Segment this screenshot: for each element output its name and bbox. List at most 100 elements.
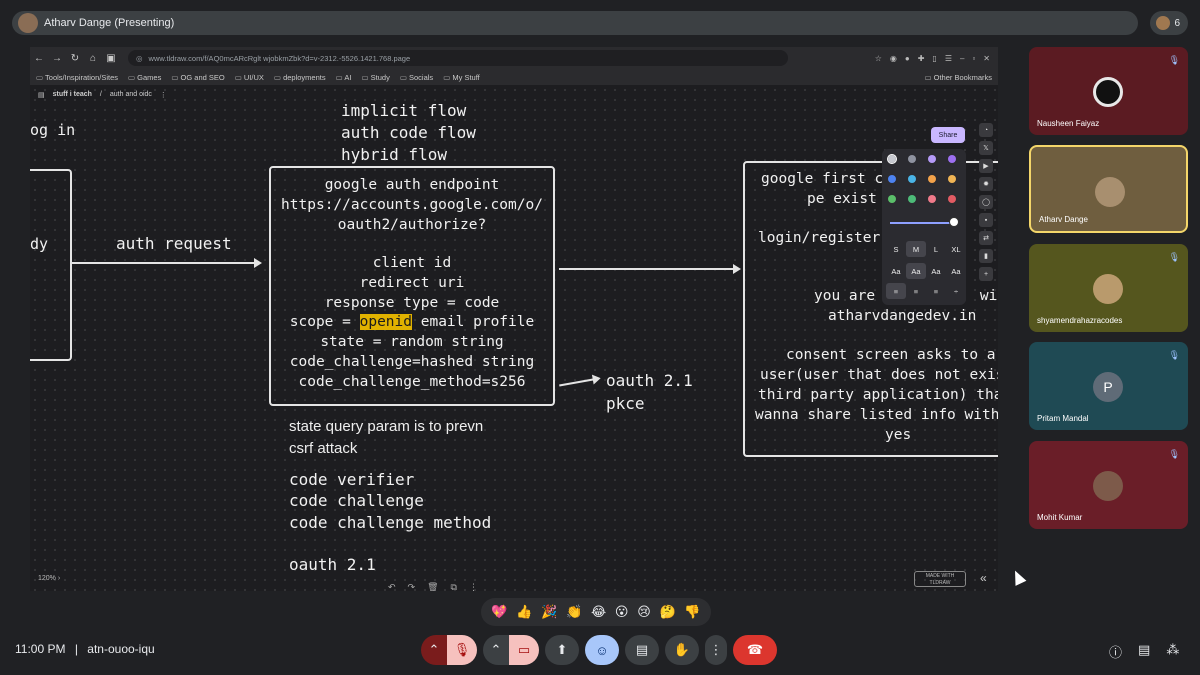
font-option[interactable]: Aa — [886, 263, 906, 279]
restore-icon[interactable]: ▫ — [972, 54, 975, 63]
puzzle-icon[interactable]: ✚ — [918, 54, 925, 63]
raise-hand-button[interactable]: ✋ — [665, 635, 699, 665]
color-swatch[interactable] — [908, 195, 916, 203]
color-swatch[interactable] — [888, 195, 896, 203]
mic-off-button[interactable]: 🎙 — [447, 635, 477, 665]
size-option[interactable]: XL — [946, 241, 966, 257]
bookmark-folder[interactable]: deployments — [274, 73, 326, 82]
audio-options-button[interactable]: ⌃ — [421, 635, 447, 665]
redo-icon[interactable]: ↷ — [408, 582, 416, 592]
left-cut-text[interactable]: og in — [30, 121, 75, 139]
bookmark-folder[interactable]: Tools/Inspiration/Sites — [36, 73, 118, 82]
flow-item[interactable]: auth code flow — [341, 123, 476, 142]
flow-item[interactable]: hybrid flow — [341, 145, 447, 164]
zoom-level[interactable]: 120% › — [38, 575, 60, 582]
reaction-laugh[interactable]: 😂 — [591, 604, 606, 620]
pkce-arrow[interactable] — [559, 377, 599, 387]
more-options-button[interactable]: ⋮ — [705, 635, 727, 665]
code-term[interactable]: code challenge method — [289, 513, 491, 532]
bookmark-folder[interactable]: OG and SEO — [171, 73, 225, 82]
opacity-slider-knob[interactable] — [949, 217, 959, 227]
pages-menu-icon[interactable]: ▤ — [38, 91, 45, 99]
reaction-party[interactable]: 🎉 — [541, 604, 557, 620]
breadcrumb-root[interactable]: stuff i teach — [53, 91, 92, 99]
font-option[interactable]: Aa — [946, 263, 966, 279]
github-icon[interactable]: ◯ — [979, 195, 993, 209]
color-swatch[interactable] — [908, 155, 916, 163]
breadcrumb-page[interactable]: auth and oidc — [110, 91, 152, 99]
font-option[interactable]: Aa — [926, 263, 946, 279]
translate-icon[interactable]: ⇄ — [979, 231, 993, 245]
participant-tile[interactable]: Atharv Dange — [1029, 145, 1188, 233]
typed-note[interactable]: state query param is to prevn — [289, 418, 483, 435]
more-actions-icon[interactable]: ⋮ — [469, 582, 478, 592]
size-option[interactable]: L — [926, 241, 946, 257]
color-swatch[interactable] — [948, 175, 956, 183]
home-icon[interactable]: ⌂ — [84, 53, 102, 64]
code-term[interactable]: code challenge — [289, 491, 424, 510]
address-bar[interactable]: ◎ www.tldraw.com/f/AQ0mcARcRglt wjobkmZb… — [128, 50, 788, 66]
x-icon[interactable]: 𝕏 — [979, 141, 993, 155]
left-box[interactable] — [30, 169, 72, 361]
participant-tile[interactable]: 🎙 Nausheen Faiyaz — [1029, 47, 1188, 135]
color-swatch[interactable] — [908, 175, 916, 183]
reaction-thumbs-down[interactable]: 👎 — [684, 604, 700, 620]
align-center-icon[interactable]: ≡ — [906, 283, 926, 299]
camera-icon[interactable]: ◉ — [890, 54, 897, 63]
bookmark-folder[interactable]: Study — [361, 73, 390, 82]
whatsapp-icon[interactable]: ◔ — [979, 123, 993, 137]
color-swatch[interactable] — [928, 195, 936, 203]
site-info-icon[interactable]: ◎ — [136, 54, 143, 63]
consent-arrow[interactable] — [559, 264, 741, 274]
participant-tile[interactable]: P 🎙 Pritam Mandal — [1029, 342, 1188, 430]
star-burst-icon[interactable]: ✹ — [979, 177, 993, 191]
profile-icon[interactable]: ● — [905, 54, 910, 63]
participants-count-button[interactable]: 6 — [1150, 11, 1188, 35]
left-box-text[interactable]: dy — [30, 235, 48, 253]
app-icon[interactable]: ▪ — [979, 213, 993, 227]
color-swatch[interactable] — [887, 154, 897, 164]
made-with-tldraw-badge[interactable]: MADE WITH TLDRAW — [914, 571, 966, 587]
bookmark-icon[interactable]: ▮ — [979, 249, 993, 263]
reaction-surprised[interactable]: 😮 — [615, 604, 629, 620]
align-left-icon[interactable]: ≡ — [886, 283, 906, 299]
size-option[interactable]: M — [906, 241, 926, 257]
reaction-thumbs-up[interactable]: 👍 — [516, 604, 532, 620]
star-icon[interactable]: ☆ — [875, 54, 882, 63]
typed-note[interactable]: csrf attack — [289, 440, 357, 457]
align-right-icon[interactable]: ≡ — [926, 283, 946, 299]
info-icon[interactable]: ⓘ — [1109, 642, 1122, 661]
oauth-label[interactable]: oauth 2.1 — [606, 371, 693, 390]
other-bookmarks[interactable]: Other Bookmarks — [924, 73, 998, 82]
opacity-slider[interactable] — [890, 222, 956, 224]
reaction-sad[interactable]: 😢 — [637, 604, 651, 620]
menu-icon[interactable]: ☰ — [945, 54, 952, 63]
youtube-icon[interactable]: ▶ — [979, 159, 993, 173]
participant-tile[interactable]: 🎙 shyamendrahazracodes — [1029, 244, 1188, 332]
camera-off-button[interactable]: ▭ — [509, 635, 539, 665]
add-icon[interactable]: + — [979, 267, 993, 281]
back-icon[interactable]: ← — [30, 53, 48, 64]
minimize-icon[interactable]: – — [960, 54, 964, 63]
code-term[interactable]: code verifier — [289, 470, 414, 489]
extension-icon[interactable]: ▣ — [102, 53, 120, 64]
reload-icon[interactable]: ↻ — [66, 53, 84, 64]
activities-icon[interactable]: ⁂ — [1166, 642, 1179, 661]
reaction-clap[interactable]: 👏 — [566, 604, 582, 620]
presenting-bar[interactable]: Atharv Dange (Presenting) — [12, 11, 1138, 35]
arrow-label[interactable]: auth request — [116, 234, 232, 253]
bookmark-folder[interactable]: Games — [128, 73, 161, 82]
auth-request-arrow[interactable] — [72, 258, 262, 268]
color-swatch[interactable] — [928, 155, 936, 163]
video-options-button[interactable]: ⌃ — [483, 635, 509, 665]
reaction-thinking[interactable]: 🤔 — [659, 604, 675, 620]
chat-icon[interactable]: ▤ — [1138, 642, 1150, 661]
pkce-label[interactable]: pkce — [606, 394, 645, 413]
present-screen-button[interactable]: ⬆ — [545, 635, 579, 665]
collapse-panel-icon[interactable]: « — [980, 571, 987, 585]
color-swatch[interactable] — [948, 195, 956, 203]
share-button[interactable]: Share — [931, 127, 965, 143]
captions-button[interactable]: ▤ — [625, 635, 659, 665]
bookmark-folder[interactable]: UI/UX — [235, 73, 264, 82]
bookmark-folder[interactable]: My Stuff — [443, 73, 479, 82]
